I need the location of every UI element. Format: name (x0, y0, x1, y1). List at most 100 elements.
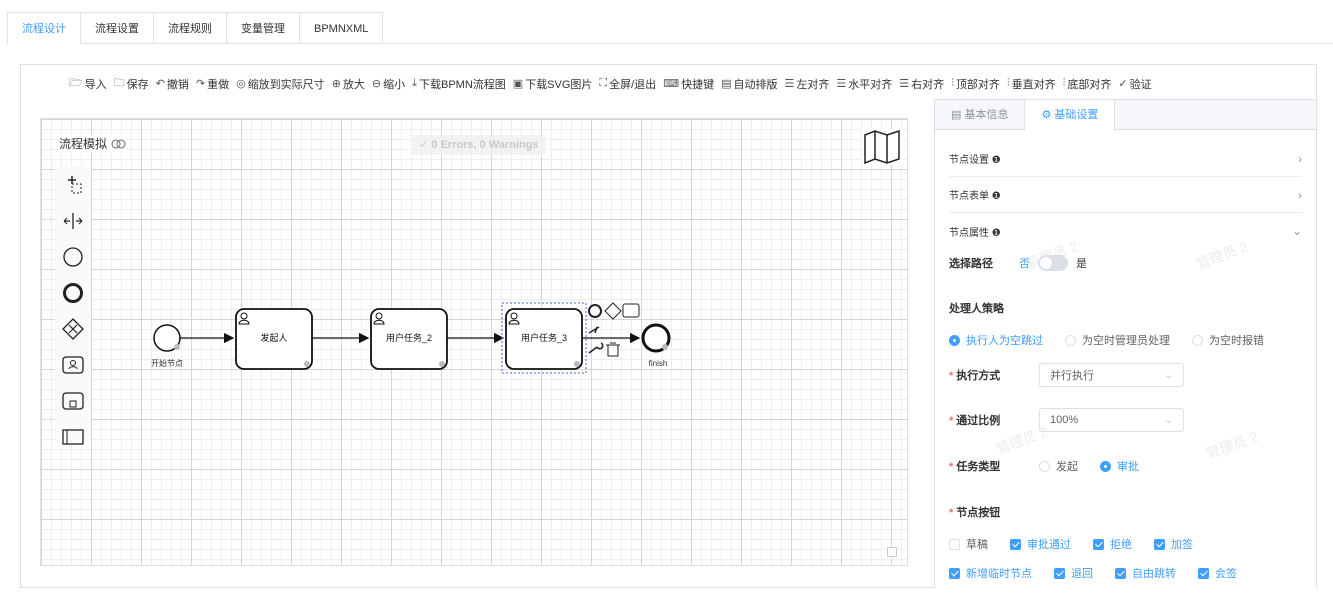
check-label: 会签 (1215, 568, 1237, 580)
check-return[interactable]: 退回 (1054, 565, 1093, 581)
check-label: 自由跳转 (1132, 568, 1176, 580)
undo-icon: ↶ (155, 78, 165, 90)
section-node-settings[interactable]: 节点设置 ❶ › (949, 141, 1302, 177)
folder-open-icon: 🗁 (69, 77, 83, 89)
check-label: 审批通过 (1027, 539, 1071, 551)
shortcuts-label: 快捷键 (681, 78, 715, 91)
node-buttons-label-text: 节点按钮 (956, 507, 1001, 519)
task-label: 发起人 (260, 332, 287, 343)
check-label: 拒绝 (1110, 539, 1132, 551)
save-button[interactable]: 🗀 保存 (114, 74, 149, 93)
section-node-form[interactable]: 节点表单 ❶ › (949, 177, 1302, 213)
align-top-icon: ⫶ (951, 77, 954, 89)
redo-icon: ↷ (195, 78, 206, 90)
align-right-button[interactable]: ☰ 右对齐 (899, 76, 944, 92)
toolbar: 🗁 导入 🗀 保存 ↶ 撤销 ↷ 重做 ◎ 缩放到实际尺寸 ⊕ 放大 ⊖ 缩小 ⤓ 下载BPMN… (69, 74, 1159, 93)
redo-button[interactable]: ↷ 重做 (196, 76, 229, 92)
check-free-jump[interactable]: 自由跳转 (1115, 565, 1176, 581)
radio-skip-empty[interactable]: 执行人为空跳过 (949, 332, 1043, 348)
chevron-down-icon: ⌄ (1164, 414, 1173, 426)
checkbox (1154, 538, 1165, 550)
download-svg-button[interactable]: ▣ 下载SVG图片 (513, 76, 593, 92)
auto-layout-button[interactable]: ▤ 自动排版 (721, 76, 777, 92)
pass-ratio-label: * 通过比例 (949, 415, 1001, 427)
align-bottom-button[interactable]: ⫶ 底部对齐 (1063, 76, 1112, 92)
tab-basic-settings[interactable]: ⚙ 基础设置 (1025, 100, 1116, 131)
align-vcenter-button[interactable]: ⫶ 垂直对齐 (1007, 76, 1056, 92)
check-countersign[interactable]: 会签 (1198, 565, 1237, 581)
checkbox (1115, 567, 1126, 579)
tab-process-settings[interactable]: 流程设置 (81, 12, 154, 44)
start-event-label: 开始节点 (151, 358, 183, 368)
tab-process-rules[interactable]: 流程规则 (154, 12, 227, 44)
chevron-down-icon: ⌄ (1291, 224, 1302, 238)
check-label: 新增临时节点 (966, 568, 1032, 580)
check-label: 草稿 (966, 539, 988, 551)
check-reject[interactable]: 拒绝 (1093, 536, 1132, 552)
tab-process-design[interactable]: 流程设计 (7, 12, 81, 44)
context-pad[interactable] (588, 302, 640, 357)
radio-approve[interactable]: 审批 (1100, 458, 1139, 474)
append-task-icon (622, 303, 640, 318)
radio-dot (1192, 334, 1203, 346)
chevron-right-icon: › (1298, 151, 1302, 166)
top-tabs: 流程设计 流程设置 流程规则 变量管理 BPMNXML (7, 12, 384, 44)
shortcuts-button[interactable]: ⌨ 快捷键 (663, 76, 714, 92)
fullscreen-button[interactable]: ⛶ 全屏/退出 (599, 76, 656, 92)
undo-button[interactable]: ↶ 撤销 (156, 76, 189, 92)
exec-mode-value: 并行执行 (1050, 370, 1094, 382)
check-add-sign[interactable]: 加签 (1154, 536, 1193, 552)
save-label: 保存 (126, 78, 149, 91)
user-task-2[interactable]: 用户任务_2 (370, 308, 448, 370)
section-node-props[interactable]: 节点属性 ❶ ⌄ (949, 213, 1302, 249)
download-bpmn-label: 下载BPMN流程图 (419, 78, 506, 91)
select-path-label: 选择路径 (949, 258, 993, 270)
align-top-button[interactable]: ⫶ 顶部对齐 (951, 76, 1000, 92)
checkbox (1054, 567, 1065, 579)
task-type-label: * 任务类型 (949, 461, 1001, 473)
tab-bpmn-xml[interactable]: BPMNXML (300, 12, 384, 44)
keyboard-icon: ⌨ (663, 78, 680, 90)
download-bpmn-button[interactable]: ⤓ 下载BPMN流程图 (412, 76, 506, 92)
import-button[interactable]: 🗁 导入 (69, 74, 107, 93)
pass-ratio-select[interactable]: 100% ⌄ (1039, 408, 1184, 432)
append-end-event-icon (588, 304, 602, 318)
check-temp-node[interactable]: 新增临时节点 (949, 565, 1032, 581)
handler-strategy-label: 处理人策略 (949, 303, 1004, 315)
align-bottom-label: 底部对齐 (1067, 78, 1112, 91)
info-icon: ❶ (991, 155, 1001, 166)
align-vcenter-label: 垂直对齐 (1011, 78, 1056, 91)
zoom-out-button[interactable]: ⊖ 缩小 (372, 76, 405, 92)
exec-mode-select[interactable]: 并行执行 ⌄ (1039, 363, 1184, 387)
fit-button[interactable]: ◎ 缩放到实际尺寸 (236, 76, 325, 92)
validate-button[interactable]: ✓ 验证 (1118, 76, 1151, 92)
zoom-out-label: 缩小 (383, 78, 406, 91)
tab-basic-info[interactable]: ▤ 基本信息 (935, 100, 1026, 130)
image-icon: ▣ (512, 78, 524, 90)
bpmn-canvas[interactable]: 流程模拟 ✓ 0 Errors, 0 Warnings 开始节点 发起人 用户任… (40, 118, 908, 566)
check-approve-pass[interactable]: 审批通过 (1010, 536, 1071, 552)
tab-variables[interactable]: 变量管理 (227, 12, 300, 44)
align-middle-icon: ⫶ (1006, 77, 1010, 89)
radio-initiate[interactable]: 发起 (1039, 458, 1078, 474)
chevron-right-icon: › (1298, 187, 1302, 202)
info-icon: ❶ (991, 191, 1001, 202)
process-diagram: 开始节点 发起人 用户任务_2 用户任务_3 finish (151, 302, 671, 374)
align-left-button[interactable]: ☰ 左对齐 (784, 76, 829, 92)
zoom-in-button[interactable]: ⊕ 放大 (332, 76, 365, 92)
import-label: 导入 (84, 78, 107, 91)
select-path-switch[interactable] (1038, 255, 1068, 271)
check-draft[interactable]: 草稿 (949, 536, 988, 552)
connect-icon (588, 326, 600, 334)
radio-admin-handle[interactable]: 为空时管理员处理 (1065, 332, 1170, 348)
start-event[interactable]: 开始节点 (151, 324, 183, 368)
radio-error[interactable]: 为空时报错 (1192, 332, 1264, 348)
user-task-initiator[interactable]: 发起人 (235, 308, 313, 370)
align-hcenter-button[interactable]: ☰ 水平对齐 (836, 76, 892, 92)
checkbox (949, 567, 960, 579)
user-task-3[interactable]: 用户任务_3 (501, 302, 587, 374)
end-event[interactable]: finish (641, 323, 671, 368)
validate-label: 验证 (1129, 78, 1152, 91)
switch-off-label: 否 (1019, 258, 1030, 270)
align-left-label: 左对齐 (796, 78, 830, 91)
